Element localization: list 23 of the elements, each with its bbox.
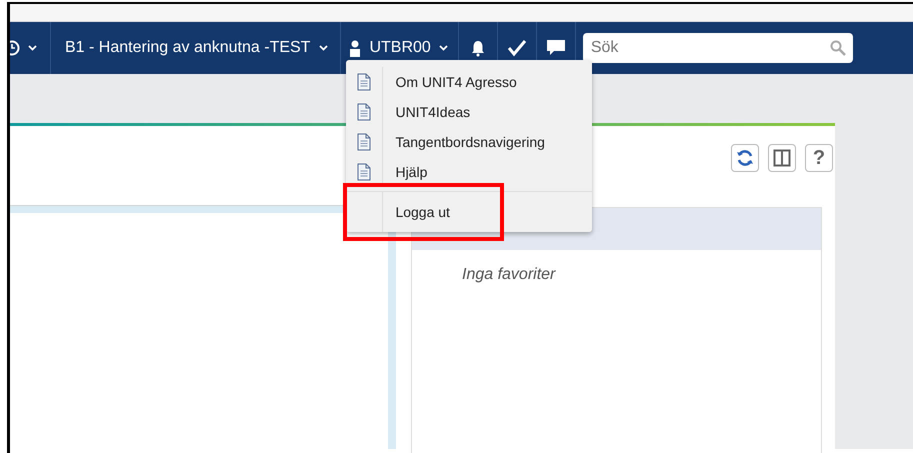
document-icon [357, 103, 372, 121]
bell-icon [470, 40, 485, 56]
company-selector[interactable]: B1 - Hantering av anknutna -TEST [51, 22, 340, 74]
document-icon [357, 73, 372, 91]
person-icon [349, 40, 362, 56]
chevron-icon [319, 45, 328, 51]
user-menu-button[interactable]: UTBR00 [341, 22, 458, 74]
search-field[interactable]: Sök [582, 33, 853, 63]
refresh-button[interactable] [731, 144, 759, 172]
help-button[interactable]: ? [805, 144, 833, 172]
empty-favorites-text: Inga favoriter [462, 266, 556, 283]
chevron-icon [438, 45, 448, 51]
columns-icon [773, 149, 791, 167]
chat-icon [546, 39, 566, 57]
clock-icon [10, 40, 20, 56]
chevron-icon [28, 45, 37, 51]
document-icon [357, 163, 372, 181]
search-icon [830, 40, 846, 56]
document-icon [357, 133, 372, 151]
columns-button[interactable] [768, 144, 796, 172]
refresh-icon [736, 149, 754, 167]
menu-item[interactable]: Hjälp [346, 157, 592, 187]
checkmark-icon [506, 39, 527, 57]
